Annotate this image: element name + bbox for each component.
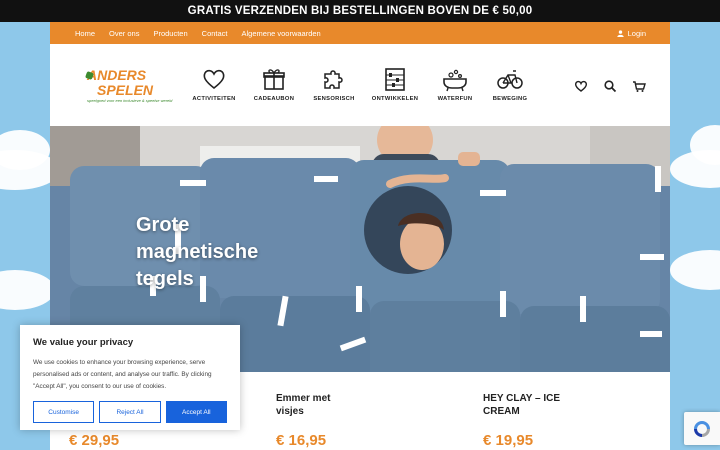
cookie-title: We value your privacy [33, 337, 134, 348]
product-price: € 16,95 [276, 432, 327, 449]
category-label: CADEAUBON [253, 96, 295, 102]
customise-button[interactable]: Customise [33, 401, 95, 423]
bathtub-icon [443, 69, 467, 92]
product-price: € 29,95 [69, 432, 120, 449]
category-ontwikkelen[interactable]: ONTWIKKELEN [365, 66, 425, 102]
product-price: € 19,95 [483, 432, 534, 449]
reject-all-button[interactable]: Reject All [99, 401, 161, 423]
category-beweging[interactable]: BEWEGING [480, 66, 540, 102]
product-name[interactable]: HEY CLAY – ICE CREAM [483, 392, 579, 418]
heart-icon [203, 69, 225, 90]
cookie-text: We use cookies to enhance your browsing … [33, 359, 212, 390]
announcement-bar: GRATIS VERZENDEN BIJ BESTELLINGEN BOVEN … [0, 0, 720, 22]
hero-title-line: magnetische [136, 241, 259, 263]
puzzle-icon [324, 70, 343, 89]
product-name[interactable]: Emmer met visjes [276, 392, 356, 418]
cloud-decoration [670, 250, 720, 290]
nav-algemene-voorwaarden[interactable]: Algemene voorwaarden [242, 29, 321, 38]
hero-title-line: tegels [136, 268, 194, 290]
logo-tagline: speelgoed voor een inclusieve & speelse … [87, 98, 173, 103]
cloud-decoration [0, 270, 55, 310]
hero-title: Grote magnetische tegels [136, 212, 258, 293]
product-card[interactable]: HEY CLAY – ICE CREAM € 19,95 [483, 392, 579, 449]
login-label: Login [627, 28, 646, 38]
category-sensorisch[interactable]: SENSORISCH [304, 66, 364, 102]
main-nav: Home Over ons Producten Contact Algemene… [50, 22, 670, 44]
login-link[interactable]: Login [616, 28, 646, 38]
search-icon[interactable] [603, 79, 617, 93]
nav-home[interactable]: Home [75, 29, 95, 38]
cookie-consent-banner: We value your privacy We use cookies to … [20, 325, 240, 430]
recaptcha-icon [694, 420, 710, 437]
category-activiteiten[interactable]: ACTIVITEITEN [184, 66, 244, 102]
category-label: WATERFUN [437, 96, 473, 102]
logo-line2: SPELEN [97, 82, 154, 98]
logo-line1: ANDERS [87, 67, 147, 83]
nav-contact[interactable]: Contact [202, 29, 228, 38]
bicycle-icon [497, 70, 523, 89]
logo[interactable]: ANDERS SPELEN speelgoed voor een inclusi… [85, 67, 179, 104]
user-icon [616, 29, 624, 37]
product-card[interactable]: Emmer met visjes € 16,95 [276, 392, 356, 449]
gift-icon [263, 69, 285, 90]
hero-title-line: Grote [136, 214, 190, 236]
cookie-buttons: Customise Reject All Accept All [33, 401, 227, 423]
category-waterfun[interactable]: WATERFUN [425, 66, 485, 102]
wishlist-heart-icon[interactable] [574, 79, 588, 93]
category-label: ONTWIKKELEN [371, 96, 419, 102]
category-label: SENSORISCH [313, 96, 355, 102]
recaptcha-badge[interactable] [684, 412, 720, 445]
category-cadeaubon[interactable]: CADEAUBON [244, 66, 304, 102]
announcement-text: GRATIS VERZENDEN BIJ BESTELLINGEN BOVEN … [187, 5, 533, 17]
cart-icon[interactable] [632, 79, 646, 93]
abacus-icon [385, 68, 405, 91]
accept-all-button[interactable]: Accept All [165, 401, 227, 423]
nav-over-ons[interactable]: Over ons [109, 29, 139, 38]
category-label: BEWEGING [492, 96, 528, 102]
nav-producten[interactable]: Producten [153, 29, 187, 38]
category-label: ACTIVITEITEN [192, 96, 236, 102]
site-header: ANDERS SPELEN speelgoed voor een inclusi… [50, 44, 670, 126]
